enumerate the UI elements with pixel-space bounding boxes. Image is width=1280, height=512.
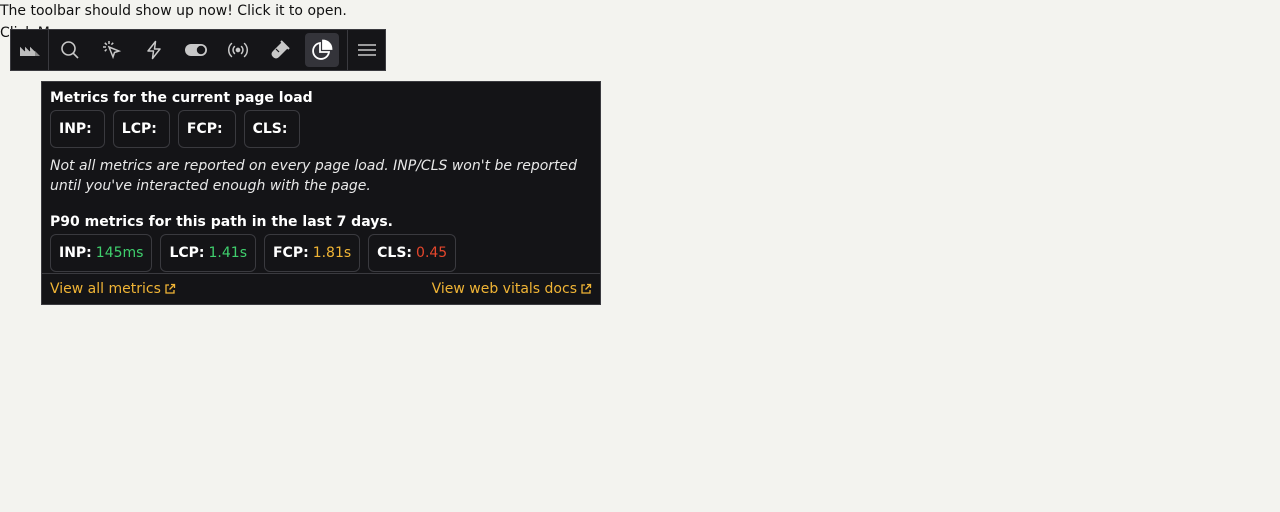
- flask-icon[interactable]: [263, 33, 297, 67]
- web-vitals-panel: Metrics for the current page load INP: L…: [41, 81, 601, 305]
- metric-label: FCP:: [272, 245, 309, 261]
- search-icon[interactable]: [53, 33, 87, 67]
- metric-chip-lcp: LCP:: [112, 110, 170, 148]
- p90-chip-lcp: LCP: 1.41s: [160, 234, 256, 272]
- p90-chip-inp: INP: 145ms: [50, 234, 153, 272]
- posthog-logo-icon[interactable]: [11, 30, 50, 70]
- metrics-note: Not all metrics are reported on every pa…: [50, 158, 578, 194]
- view-all-metrics-label: View all metrics: [50, 281, 161, 297]
- toolbar[interactable]: [10, 29, 386, 71]
- lightning-icon[interactable]: [137, 33, 171, 67]
- metric-value: 0.45: [416, 245, 448, 261]
- external-link-icon: [581, 283, 592, 294]
- menu-icon[interactable]: [347, 30, 385, 70]
- toggle-icon[interactable]: [179, 33, 213, 67]
- p90-chip-fcp: FCP: 1.81s: [263, 234, 361, 272]
- metric-label: LCP:: [121, 121, 157, 137]
- view-all-metrics-link[interactable]: View all metrics: [50, 281, 176, 297]
- metric-label: INP:: [59, 245, 92, 261]
- p90-metrics-row: INP: 145ms LCP: 1.41s FCP: 1.81s CLS: 0.…: [50, 234, 592, 272]
- broadcast-icon[interactable]: [221, 33, 255, 67]
- metric-label: FCP:: [186, 121, 223, 137]
- metric-value: 1.81s: [312, 245, 352, 261]
- external-link-icon: [165, 283, 176, 294]
- metric-chip-cls: CLS:: [243, 110, 301, 148]
- p90-chip-cls: CLS: 0.45: [368, 234, 457, 272]
- metric-value: 145ms: [95, 245, 144, 261]
- metric-chip-inp: INP:: [50, 110, 105, 148]
- metric-chip-fcp: FCP:: [177, 110, 236, 148]
- current-metrics-title: Metrics for the current page load: [50, 90, 313, 106]
- metric-label: CLS:: [377, 245, 413, 261]
- cursor-click-icon[interactable]: [95, 33, 129, 67]
- view-web-vitals-docs-link[interactable]: View web vitals docs: [432, 281, 592, 297]
- metric-label: LCP:: [169, 245, 205, 261]
- instruction-text: The toolbar should show up now! Click it…: [0, 3, 347, 19]
- metric-value: 1.41s: [208, 245, 247, 261]
- panel-footer: View all metrics View web vitals docs: [42, 273, 600, 304]
- current-metrics-row: INP: LCP: FCP: CLS:: [50, 110, 592, 148]
- pie-chart-icon[interactable]: [305, 33, 340, 67]
- metric-label: INP:: [59, 121, 92, 137]
- metric-label: CLS:: [252, 121, 288, 137]
- view-web-vitals-docs-label: View web vitals docs: [431, 281, 577, 297]
- p90-metrics-title: P90 metrics for this path in the last 7 …: [50, 214, 393, 230]
